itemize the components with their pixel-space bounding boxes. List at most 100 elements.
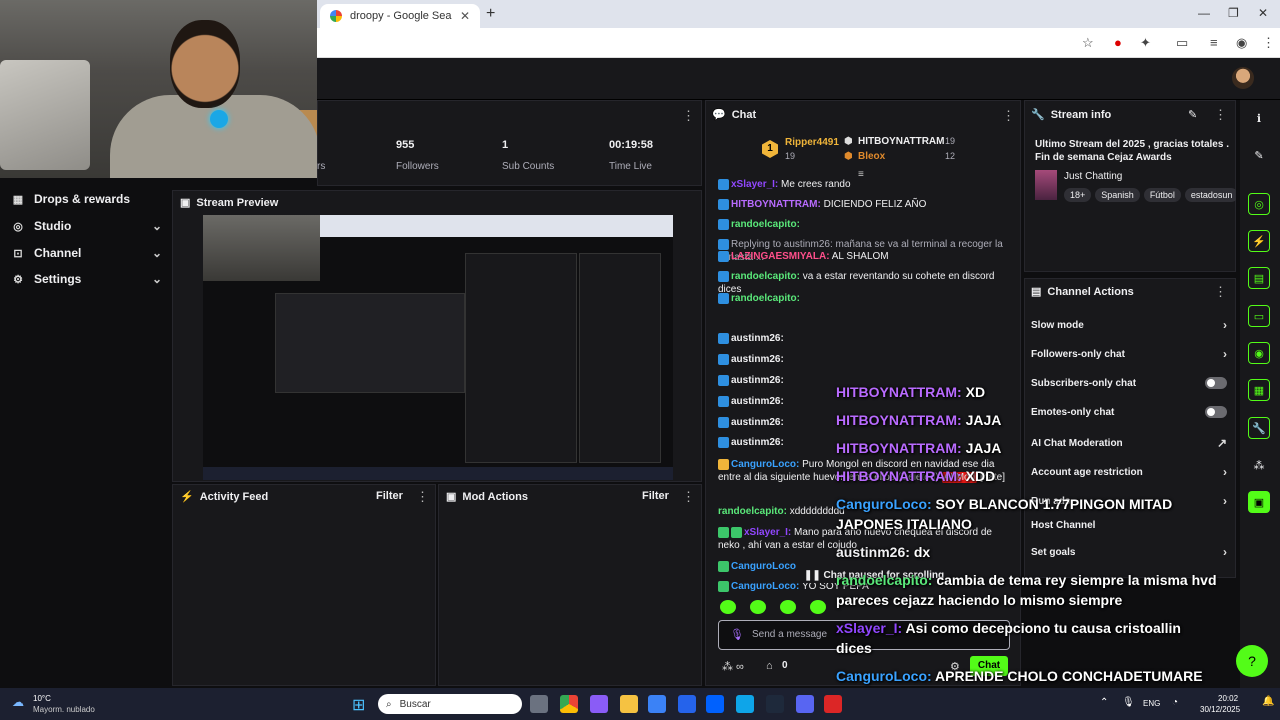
channel-action-item[interactable]: Slow mode ›: [1031, 318, 1227, 332]
emote-icon[interactable]: [810, 600, 826, 614]
chat-username[interactable]: randoelcapito:: [731, 293, 800, 304]
channel-action-item[interactable]: Subscribers-only chat: [1031, 377, 1227, 389]
clock-date[interactable]: 30/12/2025: [1200, 705, 1240, 714]
info-icon[interactable]: ℹ: [1248, 107, 1270, 129]
mail-icon[interactable]: [678, 695, 696, 713]
chat-username[interactable]: LAZINGAESMIYALA:: [731, 251, 830, 262]
tag[interactable]: Spanish: [1095, 188, 1140, 202]
stream-info-menu-icon[interactable]: ⋮: [1214, 107, 1227, 123]
steam-icon[interactable]: [766, 695, 784, 713]
notifications-icon[interactable]: 🔔: [1262, 696, 1274, 707]
weather-temp[interactable]: 10°C: [33, 694, 51, 703]
mod-filter-button[interactable]: Filter: [642, 490, 669, 502]
close-tab-icon[interactable]: ✕: [460, 9, 470, 23]
sidebar-item-channel[interactable]: ⊡ Channel ⌄: [12, 246, 162, 260]
chat-username[interactable]: CanguroLoco:: [731, 459, 799, 470]
share-icon[interactable]: ⁂: [1248, 454, 1270, 476]
edit-icon[interactable]: ✎: [1188, 108, 1197, 121]
tag[interactable]: 18+: [1064, 188, 1092, 202]
bolt-icon[interactable]: ⚡: [1248, 230, 1270, 252]
wifi-icon[interactable]: ◔: [1172, 697, 1178, 708]
chat-username[interactable]: randoelcapito:: [731, 219, 800, 230]
chat-username[interactable]: austinm26:: [731, 396, 784, 407]
discord-icon[interactable]: [796, 695, 814, 713]
channel-action-item[interactable]: Account age restriction ›: [1031, 465, 1227, 479]
chat-username[interactable]: xSlayer_I:: [744, 527, 791, 538]
emote-icon[interactable]: [750, 600, 766, 614]
close-window-icon[interactable]: ✕: [1258, 6, 1268, 20]
edge-icon[interactable]: [736, 695, 754, 713]
leaderboard-name[interactable]: HITBOYNATTRAM: [858, 136, 944, 147]
chat-username[interactable]: austinm26:: [731, 417, 784, 428]
extensions-icon[interactable]: ✦: [1140, 35, 1151, 51]
chat-menu-icon[interactable]: ⋮: [1002, 108, 1015, 124]
channel-action-item[interactable]: AI Chat Moderation ↗: [1031, 436, 1227, 450]
channel-action-item[interactable]: Set goals ›: [1031, 545, 1227, 559]
emote-icon[interactable]: [720, 600, 736, 614]
stats-menu-icon[interactable]: ⋮: [682, 108, 695, 124]
tag[interactable]: Fútbol: [1143, 188, 1181, 202]
sidebar-item-settings[interactable]: ⚙ Settings ⌄: [12, 272, 162, 286]
opera-icon[interactable]: ●: [1114, 35, 1122, 50]
chrome-icon[interactable]: [560, 695, 578, 713]
gift-points-icon[interactable]: ⌂: [766, 660, 773, 672]
pen-icon[interactable]: ✎: [1248, 144, 1270, 166]
chat-username[interactable]: randoelcapito:: [731, 271, 800, 282]
toggle-switch[interactable]: [1205, 377, 1227, 389]
language-indicator[interactable]: ENG: [1143, 699, 1160, 708]
dropbox-icon[interactable]: [706, 695, 724, 713]
tray-chevron-icon[interactable]: ⌃: [1100, 697, 1108, 708]
chat-username[interactable]: CanguroLoco:: [731, 581, 799, 592]
channel-action-item[interactable]: Followers-only chat ›: [1031, 347, 1227, 361]
category-name[interactable]: Just Chatting: [1064, 171, 1122, 182]
menu-icon[interactable]: ⋮: [1262, 35, 1275, 51]
copilot-icon[interactable]: [590, 695, 608, 713]
chat-username[interactable]: CanguroLoco: [731, 561, 796, 572]
toggle-switch[interactable]: [1205, 406, 1227, 418]
stream-preview-video[interactable]: [203, 215, 673, 480]
mod-menu-icon[interactable]: ⋮: [682, 489, 695, 505]
chat-username[interactable]: xSlayer_I:: [731, 179, 778, 190]
obs-icon[interactable]: [824, 695, 842, 713]
wrench-icon[interactable]: 🔧: [1248, 417, 1270, 439]
chat-username[interactable]: austinm26:: [731, 333, 784, 344]
channel-actions-menu-icon[interactable]: ⋮: [1214, 284, 1227, 300]
tag[interactable]: estadosun: [1184, 188, 1236, 202]
user-avatar[interactable]: [1232, 67, 1254, 89]
taskbar-search[interactable]: ⌕ Buscar: [378, 694, 522, 714]
store-icon[interactable]: [648, 695, 666, 713]
channel-action-item[interactable]: Host Channel: [1031, 520, 1227, 531]
activity-menu-icon[interactable]: ⋮: [416, 489, 429, 505]
clock-time[interactable]: 20:02: [1218, 694, 1238, 703]
task-view-icon[interactable]: [530, 695, 548, 713]
windows-start-icon[interactable]: ⊞: [352, 695, 365, 715]
new-tab-icon[interactable]: +: [486, 5, 495, 23]
leaderboard-name[interactable]: Ripper4491: [785, 137, 839, 148]
chat-username[interactable]: austinm26:: [731, 375, 784, 386]
add-widget-icon[interactable]: ▣: [1248, 491, 1270, 513]
chat-username[interactable]: HITBOYNATTRAM:: [731, 199, 821, 210]
target-icon[interactable]: ◎: [1248, 193, 1270, 215]
chat-username[interactable]: austinm26:: [731, 354, 784, 365]
sidebar-item-drops[interactable]: ▦ Drops & rewards: [12, 192, 162, 206]
cast-icon[interactable]: ▭: [1176, 35, 1188, 51]
browser-tab[interactable]: droopy - Google Search ✕: [320, 4, 480, 28]
channel-action-item[interactable]: Emotes-only chat: [1031, 406, 1227, 418]
points-icon[interactable]: ⁂ ∞: [722, 660, 744, 673]
sidebar-item-studio[interactable]: ◎ Studio ⌄: [12, 219, 162, 233]
folder-icon[interactable]: [620, 695, 638, 713]
layout-icon[interactable]: ▦: [1248, 379, 1270, 401]
document-icon[interactable]: ▤: [1248, 267, 1270, 289]
chat-bubble-icon[interactable]: ▭: [1248, 305, 1270, 327]
broadcast-icon[interactable]: ◉: [1248, 342, 1270, 364]
tray-mic-icon[interactable]: 🎙: [1122, 697, 1135, 708]
star-icon[interactable]: ☆: [1082, 35, 1094, 51]
leaderboard-name[interactable]: Bleox: [858, 151, 885, 162]
profile-icon[interactable]: ◉: [1236, 35, 1247, 51]
emote-icon[interactable]: [780, 600, 796, 614]
weather-desc[interactable]: Mayorm. nublado: [33, 705, 95, 714]
media-icon[interactable]: ≡: [1210, 35, 1218, 50]
restore-icon[interactable]: ❐: [1228, 6, 1239, 20]
microphone-icon[interactable]: 🎙: [730, 628, 744, 641]
help-icon[interactable]: ?: [1236, 645, 1268, 677]
